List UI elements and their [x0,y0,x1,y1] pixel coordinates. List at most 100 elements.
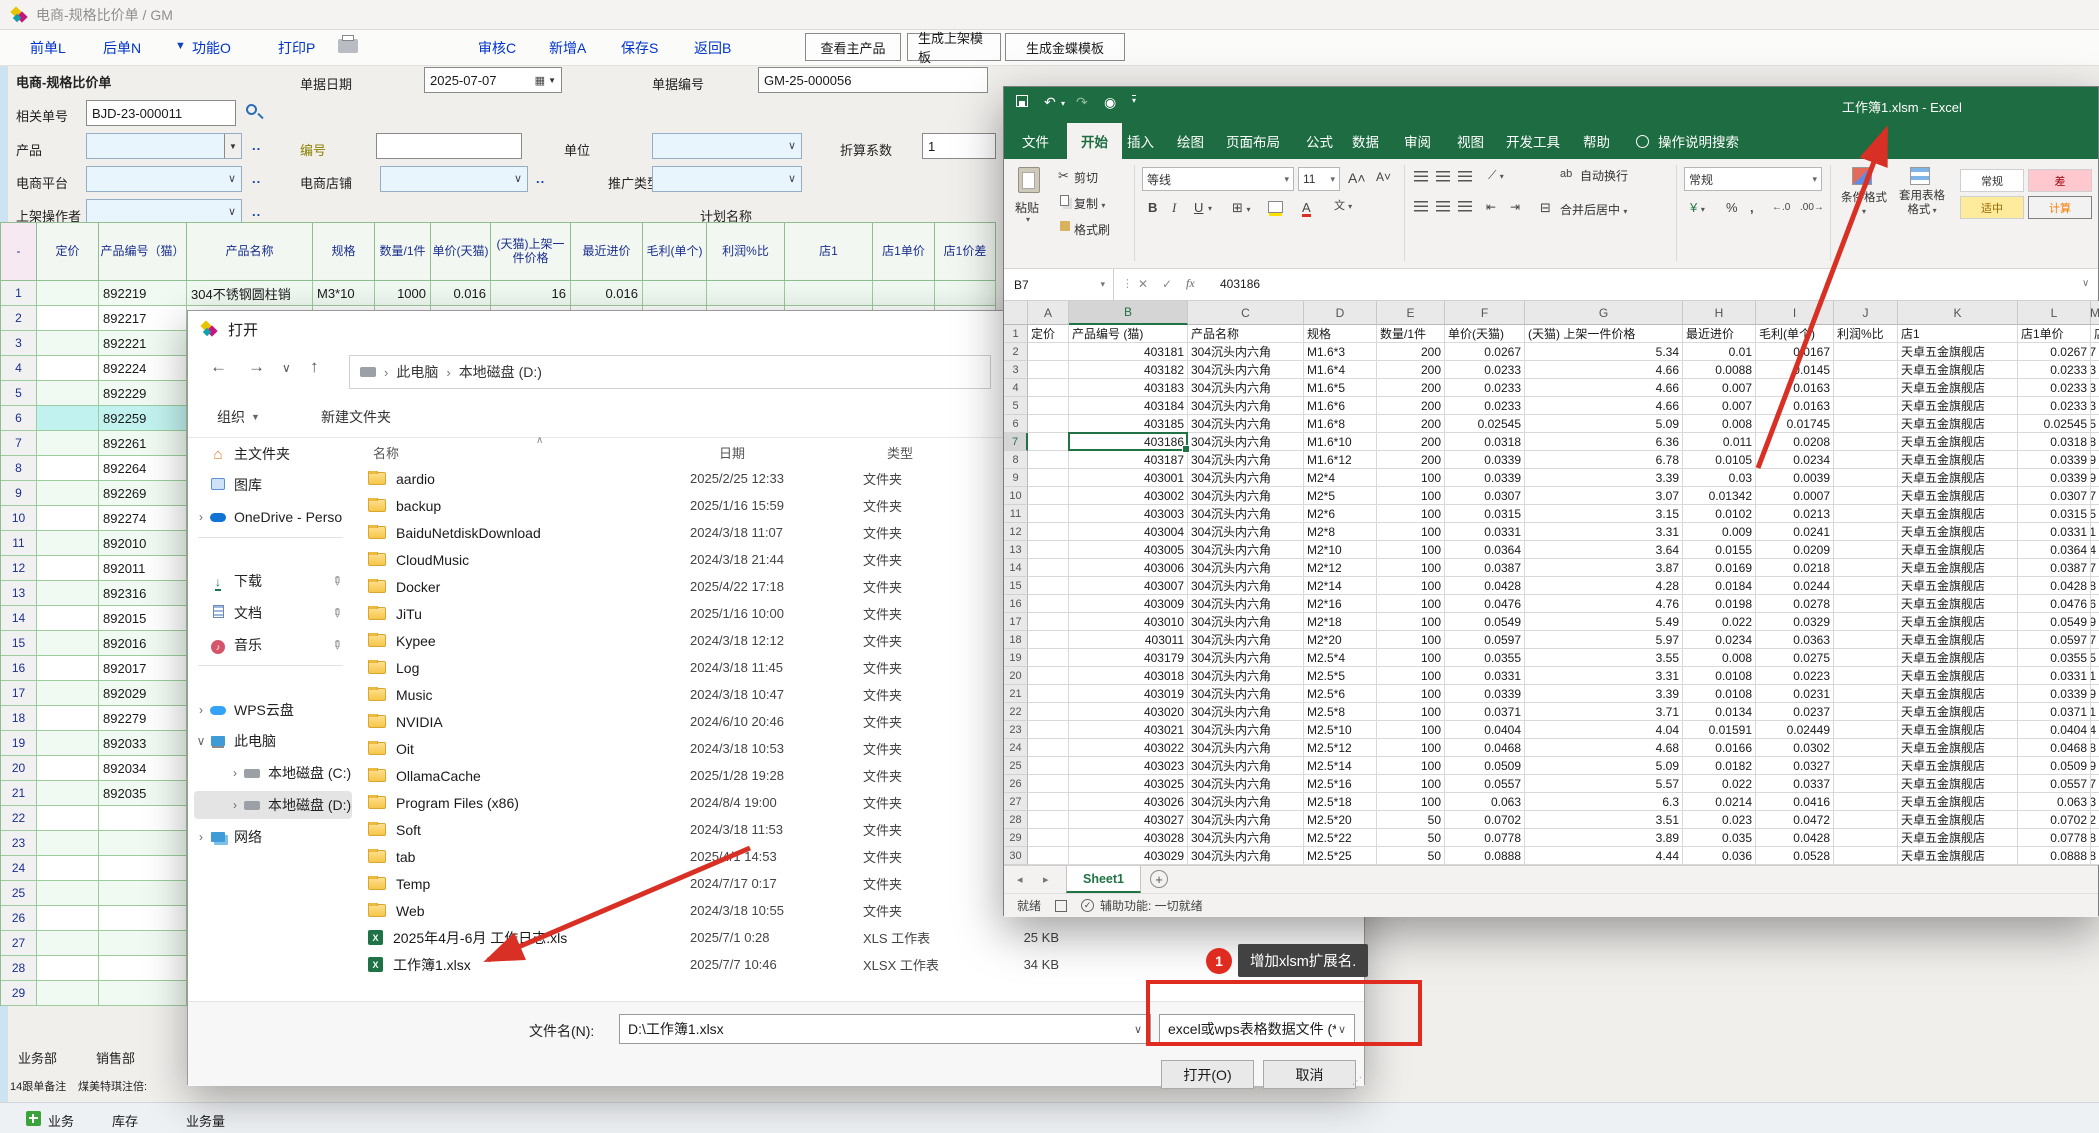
erp-grid-cell[interactable]: 892261 [99,431,187,456]
ribbon-tab-tab[interactable]: 公式 [1302,123,1337,159]
printer-icon[interactable] [338,39,358,53]
excel-cell[interactable] [1834,469,1898,487]
excel-cell[interactable]: 天卓五金旗舰店 [1898,361,2018,379]
excel-cell[interactable]: 天卓五金旗舰店 [1898,631,2018,649]
next-sheet-icon[interactable]: ▸ [1043,873,1049,886]
excel-cell[interactable]: 0.0888 [2091,847,2099,865]
excel-cell[interactable]: 5.97 [1525,631,1683,649]
sidebar-item-onedrive[interactable]: ›OneDrive - Perso [194,503,352,531]
excel-cell[interactable]: 0.0331 [1445,667,1525,685]
excel-cell[interactable]: 0.0339 [2091,451,2099,469]
excel-cell[interactable]: 0.0237 [1756,703,1834,721]
excel-cell[interactable]: 0.0208 [1756,433,1834,451]
erp-grid-cell[interactable] [37,881,99,906]
phonetic-icon[interactable]: 文 ▾ [1334,201,1352,212]
excel-cell[interactable]: 304沉头内六角 [1188,541,1304,559]
erp-grid-cell[interactable]: 892035 [99,781,187,806]
erp-col-header[interactable]: 毛利(单个) [643,223,707,281]
excel-cell[interactable]: 200 [1377,451,1445,469]
excel-cell[interactable] [1028,415,1069,433]
excel-cell[interactable]: M1.6*10 [1304,433,1377,451]
menu-print[interactable]: 打印P [278,38,315,58]
excel-cell[interactable]: 0.0888 [1445,847,1525,865]
excel-col-header-C[interactable]: C [1188,301,1304,325]
chevron-right-icon[interactable]: › [228,798,242,812]
erp-grid-cell[interactable] [37,656,99,681]
excel-cell[interactable]: 0.0364 [1445,541,1525,559]
excel-cell[interactable]: 100 [1377,559,1445,577]
erp-grid-cell[interactable] [37,306,99,331]
excel-cell[interactable]: 0.0337 [1756,775,1834,793]
erp-grid-cell[interactable] [37,806,99,831]
tell-me-search[interactable]: 操作说明搜索 [1654,123,1743,159]
excel-cell[interactable]: 0.0428 [1445,577,1525,595]
erp-grid-cell[interactable] [37,606,99,631]
excel-cell[interactable]: 0.0472 [1756,811,1834,829]
excel-cell[interactable]: 店1价差 [2091,325,2099,343]
excel-cell[interactable]: 0.0307 [2091,487,2099,505]
paste-icon[interactable] [1018,167,1040,193]
chevron-right-icon[interactable]: › [194,703,208,717]
excel-cell[interactable] [1028,757,1069,775]
excel-cell[interactable]: 50 [1377,811,1445,829]
erp-grid-cell[interactable]: 892017 [99,656,187,681]
ribbon-tab-file[interactable]: 文件 [1018,123,1053,159]
excel-cell[interactable]: 0.0233 [2018,397,2091,415]
erp-grid-cell[interactable] [37,681,99,706]
excel-cell[interactable]: 0.0428 [1756,829,1834,847]
excel-cell[interactable]: M2.5*10 [1304,721,1377,739]
excel-cell[interactable]: 403183 [1069,379,1188,397]
excel-cell[interactable]: 天卓五金旗舰店 [1898,523,2018,541]
excel-cell[interactable]: 0.0549 [2018,613,2091,631]
excel-cell[interactable] [1028,343,1069,361]
erp-grid-cell[interactable] [37,556,99,581]
excel-cell[interactable]: 天卓五金旗舰店 [1898,451,2018,469]
excel-cell[interactable]: 0.01591 [1683,721,1756,739]
format-painter-button[interactable]: 格式刷 [1074,221,1110,238]
cancel-entry-icon[interactable]: ✕ [1138,277,1148,291]
excel-cell[interactable] [1028,541,1069,559]
excel-cell[interactable] [1834,775,1898,793]
font-size-select[interactable]: 11▾ [1298,167,1340,191]
excel-cell[interactable]: 0.0428 [2018,577,2091,595]
excel-cell[interactable]: 0.022 [1683,775,1756,793]
excel-cell[interactable]: 产品名称 [1188,325,1304,343]
excel-col-header-M[interactable]: M [2091,301,2099,325]
excel-cell[interactable]: 0.0339 [1445,685,1525,703]
excel-cell[interactable]: 0.0007 [1756,487,1834,505]
excel-cell[interactable] [1834,361,1898,379]
excel-cell[interactable]: 304沉头内六角 [1188,433,1304,451]
excel-cell[interactable]: 304沉头内六角 [1188,415,1304,433]
erp-grid-cell[interactable] [873,281,935,306]
cell-style-bad[interactable]: 差 [2028,169,2092,192]
excel-cell[interactable]: 0.0134 [1683,703,1756,721]
excel-cell[interactable]: M2*6 [1304,505,1377,523]
cell-style-normal[interactable]: 常规 [1960,169,2024,192]
excel-cell[interactable]: 100 [1377,577,1445,595]
ribbon-tab-tab[interactable]: 开发工具 [1502,123,1564,159]
date-field[interactable]: 2025-07-07 ▦ ▼ [424,67,562,93]
erp-col-header[interactable]: 规格 [313,223,375,281]
excel-cell[interactable]: 0.0318 [1445,433,1525,451]
factor-field[interactable]: 1 [922,133,996,159]
erp-grid-cell[interactable]: 0.016 [431,281,491,306]
erp-grid-cell[interactable] [37,731,99,756]
excel-cell[interactable] [1028,523,1069,541]
erp-grid-cell[interactable]: 892217 [99,306,187,331]
excel-cell[interactable]: 403182 [1069,361,1188,379]
excel-cell[interactable]: 100 [1377,487,1445,505]
excel-cell[interactable]: 天卓五金旗舰店 [1898,757,2018,775]
excel-cell[interactable]: 0.0234 [1683,631,1756,649]
excel-col-header-G[interactable]: G [1525,301,1683,325]
macro-record-icon[interactable] [1055,900,1067,912]
erp-row-number[interactable]: 6 [1,406,37,431]
excel-row-header-7[interactable]: 7 [1004,433,1028,451]
erp-row-number[interactable]: 28 [1,956,37,981]
sidebar-item-pc[interactable]: ∨此电脑 [194,727,352,755]
excel-cell[interactable]: 304沉头内六角 [1188,631,1304,649]
excel-cell[interactable]: 0.0315 [2018,505,2091,523]
sidebar-item-drive-selected[interactable]: ›本地磁盘 (D:) [194,791,352,819]
format-as-table-button[interactable]: 套用表格格式 ▾ [1896,189,1948,218]
erp-row-number[interactable]: 7 [1,431,37,456]
excel-cell[interactable]: 403185 [1069,415,1188,433]
